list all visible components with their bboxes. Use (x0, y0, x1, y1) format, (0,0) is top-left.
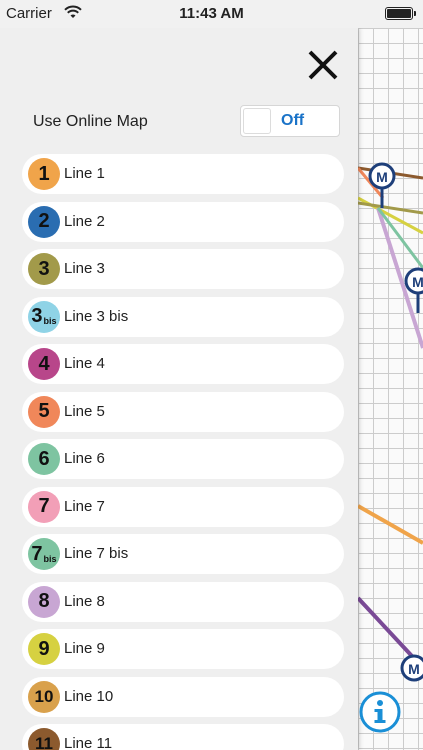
line-label: Line 9 (64, 640, 105, 657)
line-item[interactable]: 8 Line 8 (22, 581, 344, 622)
line-item[interactable]: 9 Line 9 (22, 629, 344, 669)
line-badge-icon: 7 bis (28, 538, 60, 570)
line-item[interactable]: 7 Line 7 (22, 486, 344, 527)
line-number: 9 (38, 637, 50, 660)
metro-station-icon: M (368, 162, 396, 208)
line-number: 8 (38, 590, 50, 612)
line-item[interactable]: 6 Line 6 (22, 439, 344, 479)
line-number: 6 (38, 447, 50, 470)
line-list: 1 Line 1 2 Line 2 3 Line 3 3 bis Line 3 bis 4 Line… (22, 154, 344, 750)
online-map-toggle[interactable]: Off (240, 105, 340, 137)
line-badge-icon: 11 (28, 728, 60, 750)
line-badge-icon: 5 (28, 395, 60, 428)
line-item[interactable]: 11 Line 11 (22, 724, 344, 750)
close-button[interactable] (306, 48, 340, 82)
line-number: 5 (38, 400, 50, 422)
line-badge-icon: 3 (28, 253, 60, 285)
line-badge-icon: 10 (28, 680, 60, 713)
line-item[interactable]: 3 Line 3 (22, 249, 344, 289)
online-map-label: Use Online Map (33, 113, 148, 130)
line-badge-icon: 4 (28, 348, 60, 380)
map-lines: M M M (358, 162, 423, 682)
line-badge-icon: 9 (28, 633, 60, 665)
status-bar: Carrier 11:43 AM (0, 0, 423, 28)
line-badge-icon: 2 (28, 205, 60, 238)
line-label: Line 2 (64, 212, 105, 230)
line-number: 11 (35, 734, 53, 750)
status-time: 11:43 AM (179, 5, 244, 22)
line-badge-icon: 1 (28, 158, 60, 190)
toggle-knob[interactable] (243, 108, 271, 134)
svg-text:M: M (412, 274, 423, 290)
line-badge-icon: 7 (28, 490, 60, 523)
battery-icon (385, 7, 416, 20)
line-bis-suffix: bis (43, 553, 57, 564)
line-label: Line 3 (64, 260, 105, 277)
line-number: 7 (38, 495, 50, 517)
line-item[interactable]: 5 Line 5 (22, 391, 344, 432)
metro-station-icon: M (400, 654, 423, 682)
line-number: 1 (38, 162, 50, 185)
line-badge-icon: 3 bis (28, 300, 60, 333)
line-number: 3 (31, 305, 43, 327)
line-item[interactable]: 10 Line 10 (22, 676, 344, 717)
line-item[interactable]: 4 Line 4 (22, 344, 344, 384)
line-bis-suffix: bis (43, 316, 57, 326)
line-number: 2 (38, 210, 50, 232)
line-label: Line 5 (64, 402, 105, 420)
line-selector-drawer: Use Online Map Off 1 Line 1 2 Line 2 3 Line 3… (0, 28, 358, 750)
svg-text:M: M (376, 169, 388, 185)
line-label: Line 10 (64, 687, 114, 705)
line-label: Line 3 bis (64, 307, 129, 325)
line-number: 4 (38, 352, 50, 375)
metro-map[interactable]: M M M (358, 28, 423, 750)
svg-text:M: M (408, 661, 420, 677)
line-number: 3 (38, 257, 50, 280)
line-label: Line 11 (64, 735, 113, 750)
line-number: 7 (31, 542, 43, 565)
line-item[interactable]: 7 bis Line 7 bis (22, 534, 344, 574)
line-item[interactable]: 1 Line 1 (22, 154, 344, 194)
line-badge-icon: 8 (28, 585, 60, 618)
line-number: 10 (34, 686, 54, 706)
line-label: Line 1 (64, 165, 105, 182)
line-label: Line 6 (64, 450, 105, 467)
line-label: Line 7 bis (64, 545, 129, 562)
line-item[interactable]: 2 Line 2 (22, 201, 344, 242)
toggle-state-text: Off (281, 112, 305, 129)
line-label: Line 8 (64, 592, 105, 610)
line-badge-icon: 6 (28, 443, 60, 475)
line-label: Line 7 (64, 497, 105, 515)
line-label: Line 4 (64, 355, 105, 372)
line-item[interactable]: 3 bis Line 3 bis (22, 296, 344, 337)
info-icon[interactable] (358, 690, 402, 734)
